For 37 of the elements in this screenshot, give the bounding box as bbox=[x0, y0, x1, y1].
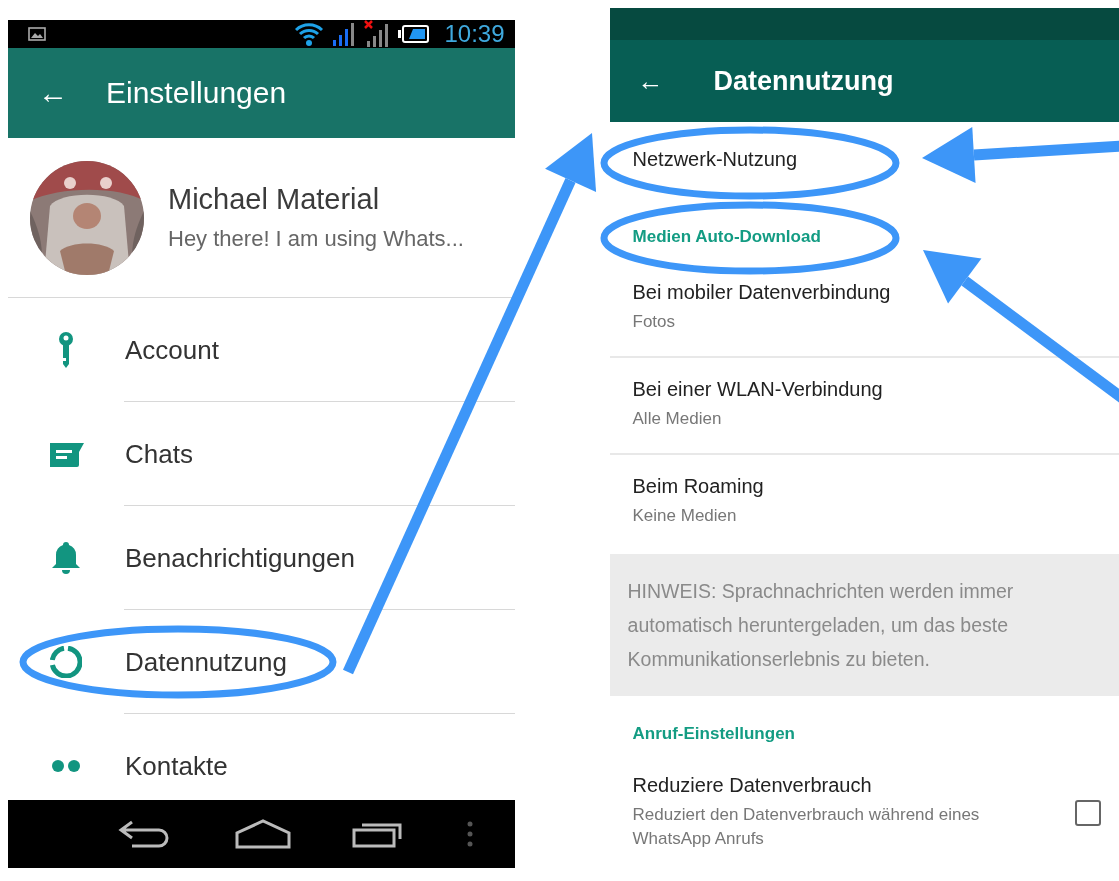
item-title[interactable]: Netzwerk-Nutzung bbox=[632, 148, 1119, 171]
item-subtitle: Alle Medien bbox=[632, 408, 723, 430]
checkbox[interactable] bbox=[1075, 799, 1101, 826]
section-header: Medien Auto-Download bbox=[632, 227, 821, 247]
key-icon bbox=[57, 331, 74, 369]
home-icon[interactable] bbox=[234, 819, 291, 849]
back-button[interactable]: ← bbox=[38, 76, 106, 110]
profile-name: Michael Material bbox=[168, 183, 381, 216]
profile-status: Hey there! I am using Whats... bbox=[168, 226, 464, 252]
item-title: Reduziere Datenverbrauch bbox=[632, 774, 873, 797]
item-title[interactable]: Bei einer WLAN-Verbindung bbox=[632, 378, 1119, 401]
menu-item[interactable]: Account bbox=[125, 334, 219, 366]
ring-icon bbox=[49, 646, 82, 678]
item-subtitle: Reduziert den Datenverbrauch während eines WhatsApp Anrufs bbox=[632, 804, 981, 850]
dots-icon bbox=[51, 760, 80, 772]
item-title[interactable]: Bei mobiler Datenverbindung bbox=[632, 281, 1119, 304]
signal-icon bbox=[332, 21, 357, 47]
clock-time: 10:39 bbox=[444, 20, 505, 48]
item-subtitle: Fotos bbox=[632, 311, 677, 333]
section-header: Anruf-Einstellungen bbox=[632, 724, 795, 744]
message-icon bbox=[47, 441, 84, 467]
menu-item[interactable]: Datennutzung bbox=[125, 646, 287, 678]
note-text: HINWEIS: Sprachnachrichten werden immer automatisch heruntergeladen, um das beste Kommunikationserlebnis zu bieten. bbox=[609, 554, 1119, 696]
menu-item[interactable]: Benachrichtigungen bbox=[125, 542, 355, 574]
menu-item[interactable]: Kontakte bbox=[125, 750, 228, 782]
back-button[interactable]: ← bbox=[637, 65, 714, 97]
picture-icon bbox=[28, 27, 46, 41]
item-title[interactable]: Beim Roaming bbox=[632, 475, 1119, 498]
item-subtitle: Keine Medien bbox=[632, 505, 738, 527]
battery-icon bbox=[398, 24, 431, 44]
no-signal-icon bbox=[364, 20, 391, 48]
screen-title: Einstellungen bbox=[106, 76, 287, 110]
screen-title: Datennutzung bbox=[713, 65, 894, 97]
more-icon[interactable] bbox=[466, 820, 475, 848]
menu-item[interactable]: Chats bbox=[125, 438, 193, 470]
wifi-icon bbox=[294, 21, 325, 47]
bell-icon bbox=[50, 541, 81, 575]
